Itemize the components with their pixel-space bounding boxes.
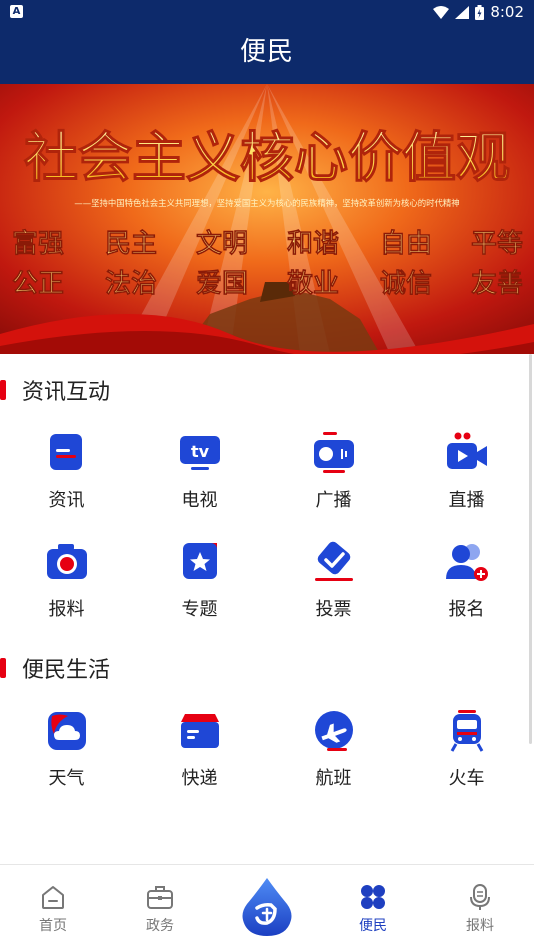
banner-word: 自由 [380, 228, 432, 259]
nav-item-services[interactable]: 便民 [320, 865, 426, 950]
signal-icon [455, 5, 470, 19]
nav-item-government[interactable]: 政务 [107, 865, 213, 950]
status-right: 8:02 [433, 0, 524, 24]
package-icon [181, 714, 219, 748]
section-title-news: 资讯互动 [0, 374, 110, 406]
add-user-icon [446, 544, 488, 581]
camera-icon [47, 544, 87, 579]
vote-check-icon [315, 541, 353, 581]
grid-label: 火车 [448, 768, 485, 789]
microphone-icon [470, 884, 490, 910]
grid-item-signup[interactable]: 报名 [400, 541, 533, 641]
nav-label: 报料 [466, 918, 494, 934]
banner-word: 友善 [471, 268, 523, 299]
nav-label: 便民 [359, 918, 387, 934]
banner-subline: ——坚持中国特色社会主义共同理想，坚持爱国主义为核心的民族精神，坚持改革创新为核… [74, 198, 459, 208]
status-bar: A 8:02 [0, 0, 534, 24]
cloud-icon [48, 712, 86, 750]
grid-label: 专题 [181, 599, 218, 620]
app-header: 便民 [0, 24, 534, 84]
nav-item-home[interactable]: 首页 [0, 865, 106, 950]
grid-item-radio[interactable]: 广播 [267, 432, 400, 532]
nav-item-tipoff[interactable]: 报料 [427, 865, 533, 950]
grid-label: 投票 [315, 599, 352, 620]
grid-item-tv[interactable]: tv 电视 [133, 432, 266, 532]
section-title-text: 便民生活 [22, 658, 111, 683]
grid-item-vote[interactable]: 投票 [267, 541, 400, 641]
banner-word: 和谐 [287, 229, 339, 259]
briefcase-icon [147, 886, 173, 909]
svg-text:tv: tv [191, 442, 210, 461]
clover-icon [361, 885, 385, 909]
train-icon [450, 710, 484, 752]
grid-label: 直播 [448, 490, 485, 511]
section-title-life: 便民生活 [0, 652, 110, 684]
banner-word: 法治 [105, 269, 157, 299]
grid-item-weather[interactable]: 天气 [0, 710, 133, 810]
star-folder-icon [183, 543, 217, 579]
grid-label: 报料 [48, 599, 85, 620]
notification-a-icon: A [10, 5, 23, 18]
banner-word: 诚信 [380, 269, 432, 299]
grid-label: 快递 [181, 768, 218, 789]
banner-word: 民主 [105, 229, 157, 259]
grid-item-live[interactable]: 直播 [400, 432, 533, 532]
banner-word: 平等 [471, 228, 523, 259]
section-marker [0, 658, 6, 678]
radio-icon [314, 432, 354, 473]
nav-label: 政务 [146, 918, 174, 934]
banner-image: 社会主义核心价值观 ——坚持中国特色社会主义共同理想，坚持爱国主义为核心的民族精… [0, 84, 534, 354]
section-title-text: 资讯互动 [22, 380, 111, 405]
grid-label: 电视 [181, 490, 218, 511]
live-camera-icon [447, 432, 487, 469]
grid-label: 报名 [448, 599, 485, 620]
battery-icon [475, 4, 485, 20]
banner-word: 文明 [196, 228, 248, 259]
grid-item-topic[interactable]: 专题 [133, 541, 266, 641]
center-logo-icon [242, 878, 292, 936]
banner-headline: 社会主义核心价值观 [24, 125, 510, 189]
grid-item-flight[interactable]: 航班 [267, 710, 400, 810]
banner-word: 爱国 [196, 269, 248, 299]
banner[interactable]: 社会主义核心价值观 ——坚持中国特色社会主义共同理想，坚持爱国主义为核心的民族精… [0, 84, 534, 354]
banner-word: 敬业 [286, 269, 339, 299]
grid-item-train[interactable]: 火车 [400, 710, 533, 810]
nav-label: 首页 [39, 918, 67, 934]
banner-word: 富强 [12, 228, 64, 259]
section-marker [0, 380, 6, 400]
grid-item-report[interactable]: 报料 [0, 541, 133, 641]
banner-word: 公正 [12, 269, 64, 299]
grid-label: 广播 [315, 490, 352, 511]
status-time: 8:02 [490, 3, 524, 21]
center-logo-button[interactable] [241, 878, 293, 938]
news-icon [50, 434, 82, 470]
airplane-icon [315, 711, 353, 751]
page-title: 便民 [239, 37, 294, 67]
grid-label: 天气 [48, 768, 85, 789]
wifi-icon [433, 5, 450, 19]
home-icon [42, 886, 64, 909]
grid-label: 航班 [315, 768, 352, 789]
tv-icon: tv [180, 436, 220, 470]
grid-item-express[interactable]: 快递 [133, 710, 266, 810]
grid-item-news[interactable]: 资讯 [0, 432, 133, 532]
grid-label: 资讯 [48, 490, 85, 511]
